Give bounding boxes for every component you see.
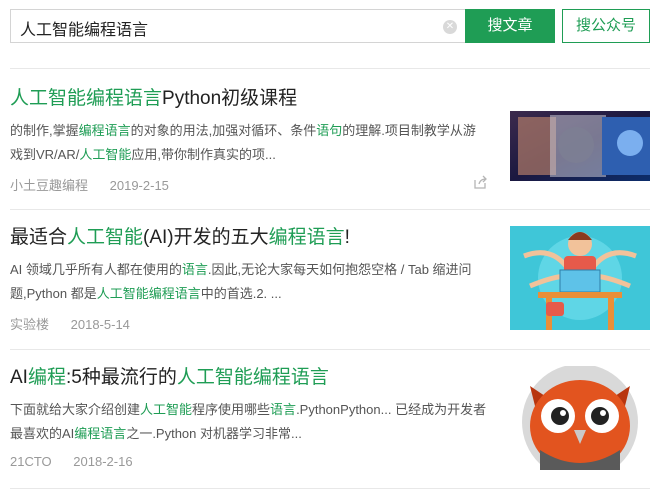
result-thumbnail[interactable]: [510, 226, 650, 330]
snippet-text: 中的首选.2. ...: [200, 286, 282, 301]
result-source[interactable]: 21CTO: [10, 454, 52, 469]
result-source[interactable]: 小土豆趣编程: [10, 178, 88, 193]
share-icon[interactable]: [472, 174, 488, 190]
result-item-1[interactable]: 人工智能编程语言Python初级课程 的制作,掌握编程语言的对象的用法,加强对循…: [10, 87, 650, 203]
search-articles-button[interactable]: 搜文章: [465, 9, 555, 43]
result-item-3[interactable]: AI编程:5种最流行的人工智能编程语言 下面就给大家介绍创建人工智能程序使用哪些…: [10, 366, 650, 470]
search-input[interactable]: 人工智能编程语言 ✕: [10, 9, 468, 43]
clear-icon[interactable]: ✕: [443, 20, 457, 34]
title-highlight: 人工智能: [67, 227, 144, 248]
result-date: 2018-2-16: [73, 454, 133, 469]
result-thumbnail[interactable]: [510, 99, 650, 203]
snippet-highlight: 语句: [316, 123, 343, 138]
vr-thumbnail-image: [510, 99, 650, 203]
snippet-text: 下面就给大家介绍创建: [10, 402, 141, 417]
divider: [10, 349, 650, 350]
title-highlight: 人工智能编程语言: [176, 367, 329, 388]
snippet-text: 的对象的用法,加强对循环、条件: [130, 123, 317, 138]
snippet-text: 的制作,掌握: [10, 123, 79, 138]
title-highlight: 编程: [27, 367, 66, 388]
title-text: Python初级课程: [162, 88, 298, 109]
result-source[interactable]: 实验楼: [10, 317, 49, 332]
owl-logo-image: [510, 366, 650, 470]
title-text: (AI)开发的五大: [143, 227, 269, 248]
ai-developer-illustration: [510, 226, 650, 330]
title-text: !: [344, 227, 350, 248]
title-text: 最适合: [10, 227, 68, 248]
title-text: :5种最流行的: [65, 367, 177, 388]
title-text: AI: [10, 367, 28, 388]
result-thumbnail[interactable]: [510, 366, 650, 470]
result-item-2[interactable]: 最适合人工智能(AI)开发的五大编程语言! AI 领域几乎所有人都在使用的语言.…: [10, 226, 650, 333]
title-highlight: 人工智能编程语言: [10, 88, 163, 109]
search-accounts-button[interactable]: 搜公众号: [562, 9, 650, 43]
result-snippet: 下面就给大家介绍创建人工智能程序使用哪些语言.PythonPython... 已…: [10, 398, 488, 446]
result-meta: 实验楼 2018-5-14: [10, 314, 488, 333]
snippet-text: AI 领域几乎所有人都在使用的: [10, 262, 182, 277]
result-meta: 小土豆趣编程 2019-2-15: [10, 175, 488, 194]
snippet-highlight: 语言: [270, 402, 297, 417]
divider: [10, 488, 650, 489]
result-date: 2019-2-15: [109, 178, 169, 193]
snippet-highlight: 人工智能: [140, 402, 193, 417]
title-highlight: 编程语言: [268, 227, 345, 248]
result-snippet: 的制作,掌握编程语言的对象的用法,加强对循环、条件语句的理解.项目制教学从游戏到…: [10, 119, 488, 167]
snippet-highlight: 编程语言: [74, 426, 127, 441]
snippet-text: 应用,带你制作真实的项...: [131, 147, 276, 162]
snippet-highlight: 编程语言: [78, 123, 131, 138]
divider: [10, 209, 650, 210]
snippet-highlight: 人工智能编程语言: [96, 286, 201, 301]
snippet-highlight: 语言: [181, 262, 208, 277]
snippet-text: 程序使用哪些: [192, 402, 271, 417]
snippet-text: 之一.Python 对机器学习非常...: [126, 426, 302, 441]
divider: [10, 68, 650, 69]
result-meta: 21CTO 2018-2-16: [10, 454, 488, 469]
result-date: 2018-5-14: [70, 317, 130, 332]
snippet-highlight: 人工智能: [79, 147, 132, 162]
search-query-text: 人工智能编程语言: [20, 22, 149, 39]
result-snippet: AI 领域几乎所有人都在使用的语言.因此,无论大家每天如何抱怨空格 / Tab …: [10, 258, 488, 306]
